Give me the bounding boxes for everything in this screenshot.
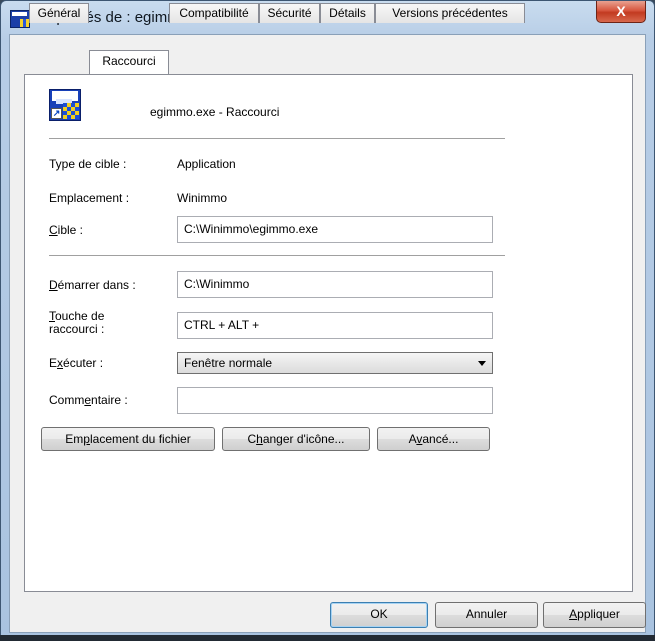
shortcut-key-label: Touche de raccourci : [49, 309, 105, 336]
divider [49, 138, 505, 140]
shortcut-key-field[interactable]: CTRL + ALT + [177, 312, 493, 339]
advanced-button[interactable]: Avancé... [377, 427, 490, 451]
run-label: Exécuter : [49, 356, 104, 370]
close-button[interactable]: X [596, 1, 646, 23]
comment-label: Commentaire : [49, 393, 128, 407]
tab-compatibilite[interactable]: Compatibilité [169, 3, 259, 23]
shortcut-name: egimmo.exe - Raccourci [150, 105, 280, 119]
properties-window: Propriétés de : egimmo.exe - Raccourci X… [0, 0, 655, 641]
change-icon-button[interactable]: Changer d'icône... [222, 427, 370, 451]
taskbar-edge [0, 635, 655, 641]
start-in-label: Démarrer dans : [49, 278, 136, 292]
tab-general[interactable]: Général [29, 3, 89, 23]
tab-raccourci[interactable]: Raccourci [89, 50, 169, 74]
location-value: Winimmo [177, 191, 227, 205]
tab-details[interactable]: Détails [320, 3, 375, 23]
dropdown-arrow-icon[interactable] [478, 361, 486, 366]
target-label: Cible : [49, 223, 84, 237]
run-mode-select[interactable]: Fenêtre normale [177, 352, 493, 374]
shortcut-arrow-icon: ↗ [51, 108, 62, 119]
egimmo-euro-icon: ↗ [49, 89, 81, 121]
tab-versions-precedentes[interactable]: Versions précédentes [375, 3, 525, 23]
shortcut-properties-icon [10, 10, 30, 28]
target-field[interactable]: C:\Winimmo\egimmo.exe [177, 216, 493, 243]
divider [49, 255, 505, 257]
open-file-location-button[interactable]: Emplacement du fichier [41, 427, 215, 451]
shortcut-tab-panel: ↗ egimmo.exe - Raccourci Type de cible :… [24, 74, 633, 592]
location-label: Emplacement : [49, 191, 130, 205]
target-type-value: Application [177, 157, 236, 171]
comment-field[interactable] [177, 387, 493, 414]
run-mode-value: Fenêtre normale [184, 356, 273, 370]
ok-button[interactable]: OK [330, 602, 428, 628]
target-type-label: Type de cible : [49, 157, 127, 171]
tab-securite[interactable]: Sécurité [259, 3, 320, 23]
cancel-button[interactable]: Annuler [435, 602, 538, 628]
start-in-field[interactable]: C:\Winimmo [177, 271, 493, 298]
apply-button[interactable]: Appliquer [543, 602, 646, 628]
